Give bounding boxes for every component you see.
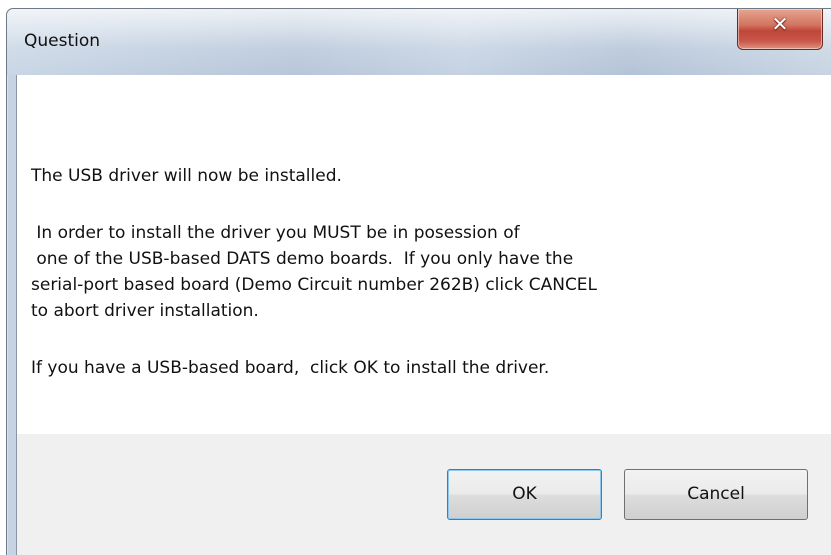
message-line-1: The USB driver will now be installed. [31, 166, 342, 186]
dialog-title: Question [24, 31, 101, 51]
message-line-3: one of the USB-based DATS demo boards. I… [31, 249, 574, 269]
message-line-4: serial-port based board (Demo Circuit nu… [31, 275, 598, 295]
ok-button[interactable]: OK [447, 469, 602, 520]
title-bar[interactable]: Question [7, 9, 831, 75]
message-area: The USB driver will now be installed. In… [17, 75, 831, 434]
message-line-5: to abort driver installation. [31, 301, 259, 321]
close-icon: ✕ [771, 12, 789, 36]
message-line-2: In order to install the driver you MUST … [31, 223, 520, 243]
message-line-6: If you have a USB-based board, click OK … [31, 358, 550, 378]
cancel-button[interactable]: Cancel [624, 469, 808, 520]
close-button[interactable]: ✕ [737, 9, 823, 50]
screen: Question ✕ The USB driver will now be in… [0, 0, 831, 555]
